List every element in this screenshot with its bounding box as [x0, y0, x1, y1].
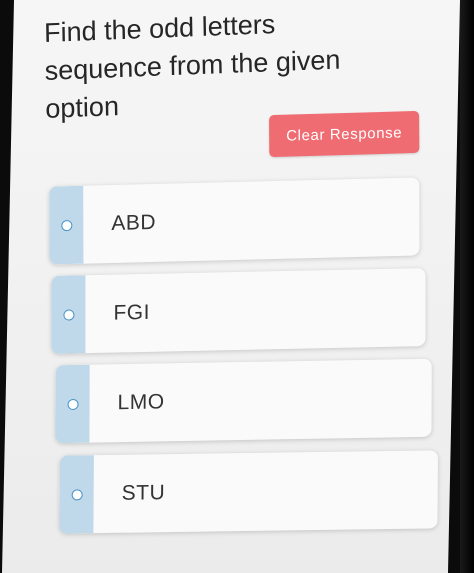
radio-button-icon[interactable] [60, 219, 72, 231]
question-text: Find the odd letters sequence from the g… [43, 9, 341, 124]
option-label: LMO [117, 390, 165, 415]
option-card-lmo[interactable]: LMO [55, 358, 432, 444]
option-label: ABD [111, 210, 157, 236]
option-label: FGI [113, 300, 150, 325]
option-label: STU [121, 481, 166, 505]
clear-response-button[interactable]: Clear Response [269, 110, 420, 158]
option-card-stu[interactable]: STU [59, 450, 439, 534]
device-bezel-edge [460, 0, 474, 573]
radio-button-icon[interactable] [67, 398, 79, 410]
option-radio-strip[interactable] [51, 275, 86, 354]
option-radio-strip[interactable] [59, 455, 94, 534]
option-card-abd[interactable]: ABD [49, 177, 420, 265]
option-radio-strip[interactable] [49, 185, 84, 265]
option-card-fgi[interactable]: FGI [51, 268, 426, 354]
radio-button-icon[interactable] [62, 308, 74, 321]
option-radio-strip[interactable] [55, 364, 90, 444]
quiz-screen: Find the odd letters sequence from the g… [1, 0, 460, 573]
radio-button-icon[interactable] [71, 488, 83, 500]
